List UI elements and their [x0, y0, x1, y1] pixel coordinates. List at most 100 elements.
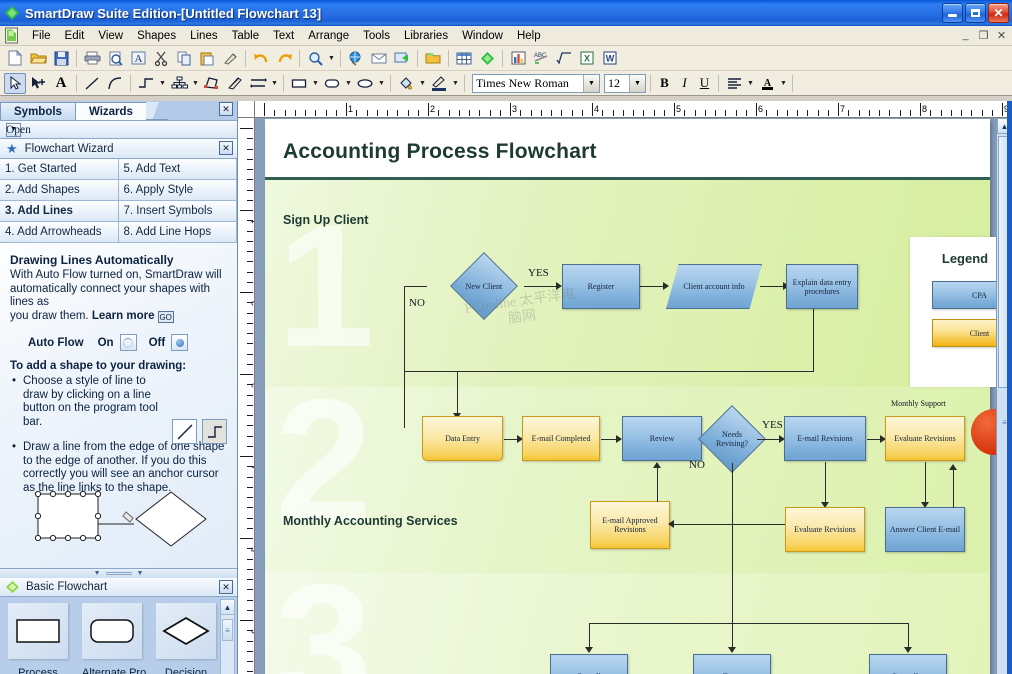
- learn-more-link[interactable]: Learn more: [92, 310, 155, 322]
- curve-line-icon[interactable]: [104, 73, 126, 94]
- mdi-minimize-button[interactable]: _: [959, 28, 972, 42]
- line-color-chevron-icon[interactable]: ▼: [451, 73, 460, 94]
- menu-item-window[interactable]: Window: [455, 28, 510, 44]
- cut-scissors-icon[interactable]: [150, 48, 172, 69]
- minimize-button[interactable]: [942, 3, 963, 23]
- splitter-chevron-down-icon-2[interactable]: ▼: [137, 570, 144, 577]
- line-color-icon[interactable]: [428, 73, 450, 94]
- node-explain-data-entry[interactable]: Explain data entry procedures: [786, 264, 858, 309]
- library-item-process[interactable]: Process: [8, 603, 68, 674]
- word-export-icon[interactable]: W: [599, 48, 621, 69]
- tab-symbols[interactable]: Symbols: [0, 102, 76, 120]
- text-box-icon[interactable]: A: [127, 48, 149, 69]
- menu-item-tools[interactable]: Tools: [356, 28, 397, 44]
- open-folder-icon[interactable]: [27, 48, 49, 69]
- menu-item-edit[interactable]: Edit: [58, 28, 92, 44]
- font-color-chevron-icon[interactable]: ▼: [779, 73, 788, 94]
- library-scroll-thumb[interactable]: ≡: [222, 619, 233, 641]
- node-payroll[interactable]: Payroll: [550, 654, 628, 674]
- pencil-icon[interactable]: [224, 73, 246, 94]
- node-email-revisions[interactable]: E-mail Revisions: [784, 416, 866, 461]
- open-bar[interactable]: Open ▼: [0, 120, 237, 139]
- library-scroll-up-button[interactable]: ▲: [221, 600, 234, 615]
- ellipse-icon[interactable]: [354, 73, 376, 94]
- italic-button[interactable]: I: [675, 73, 694, 93]
- copy-icon[interactable]: [173, 48, 195, 69]
- node-evaluate-revisions-top[interactable]: Evaluate Revisions: [885, 416, 965, 461]
- table-icon[interactable]: [453, 48, 475, 69]
- spell-check-icon[interactable]: ABC: [530, 48, 552, 69]
- wizard-step-insert-symbols[interactable]: 7. Insert Symbols: [118, 201, 237, 222]
- menu-item-help[interactable]: Help: [510, 28, 548, 44]
- elbow-line-button[interactable]: [202, 419, 227, 444]
- wizard-step-get-started[interactable]: 1. Get Started: [0, 159, 119, 180]
- menu-item-text[interactable]: Text: [266, 28, 301, 44]
- tab-wizards[interactable]: Wizards: [74, 102, 147, 120]
- font-size-select[interactable]: 12 ▼: [604, 73, 646, 93]
- redo-icon[interactable]: [273, 48, 295, 69]
- select-arrow-icon[interactable]: [4, 72, 26, 94]
- email-icon[interactable]: [368, 48, 390, 69]
- menu-item-libraries[interactable]: Libraries: [397, 28, 455, 44]
- dimension-line-icon[interactable]: [247, 73, 269, 94]
- library-scrollbar[interactable]: ▲ ≡: [220, 599, 235, 674]
- tree-line-icon[interactable]: [168, 73, 190, 94]
- straight-line-button[interactable]: [172, 419, 197, 444]
- node-answer-client-email[interactable]: Answer Client E-mail: [885, 507, 965, 552]
- export-icon[interactable]: [391, 48, 413, 69]
- close-button[interactable]: ✕: [988, 3, 1009, 23]
- menu-item-view[interactable]: View: [91, 28, 130, 44]
- smartdraw-green-icon[interactable]: [476, 48, 498, 69]
- formula-icon[interactable]: [553, 48, 575, 69]
- panel-close-button[interactable]: ✕: [219, 102, 233, 116]
- menu-item-lines[interactable]: Lines: [183, 28, 225, 44]
- align-left-icon[interactable]: [723, 73, 745, 94]
- bold-button[interactable]: B: [655, 73, 674, 93]
- rounded-rect-chevron-icon[interactable]: ▼: [344, 73, 353, 94]
- ellipse-chevron-icon[interactable]: ▼: [377, 73, 386, 94]
- library-item-alternate-process[interactable]: Alternate Pro..: [82, 603, 152, 674]
- mdi-restore-button[interactable]: ❐: [977, 28, 990, 42]
- font-name-select[interactable]: Times New Roman ▼: [472, 73, 600, 93]
- node-taxes[interactable]: Taxes: [693, 654, 771, 674]
- mdi-close-button[interactable]: ✕: [995, 28, 1008, 42]
- fill-color-chevron-icon[interactable]: ▼: [418, 73, 427, 94]
- polygon-icon[interactable]: [201, 73, 223, 94]
- underline-button[interactable]: U: [695, 73, 714, 93]
- print-preview-icon[interactable]: [104, 48, 126, 69]
- rounded-rect-icon[interactable]: [321, 73, 343, 94]
- new-document-icon[interactable]: [4, 48, 26, 69]
- dimension-line-chevron-icon[interactable]: ▼: [270, 73, 279, 94]
- straight-line-icon[interactable]: [81, 73, 103, 94]
- folder-yellow-icon[interactable]: [422, 48, 444, 69]
- node-client-account-info[interactable]: Client account info: [666, 264, 762, 309]
- zoom-dropdown-chevron-icon[interactable]: ▼: [327, 48, 336, 69]
- elbow-line-icon[interactable]: [135, 73, 157, 94]
- excel-export-icon[interactable]: X: [576, 48, 598, 69]
- library-item-decision[interactable]: Decision: [156, 603, 216, 674]
- node-data-entry[interactable]: Data Entry: [422, 416, 503, 461]
- canvas-viewport[interactable]: Accounting Process Flowchart 1 2 3 Sign …: [256, 119, 1012, 674]
- wizard-step-add-shapes[interactable]: 2. Add Shapes: [0, 180, 119, 201]
- go-badge-icon[interactable]: GO: [157, 311, 174, 324]
- splitter-chevron-down-icon[interactable]: ▼: [94, 570, 101, 577]
- font-size-chevron-icon[interactable]: ▼: [629, 74, 645, 92]
- paste-icon[interactable]: [196, 48, 218, 69]
- vertical-ruler[interactable]: 123456: [238, 118, 255, 674]
- library-close-button[interactable]: ✕: [219, 580, 233, 594]
- format-painter-icon[interactable]: [219, 48, 241, 69]
- text-tool-icon[interactable]: A: [50, 73, 72, 94]
- auto-flow-off-radio[interactable]: [171, 334, 189, 352]
- drawing-page[interactable]: Accounting Process Flowchart 1 2 3 Sign …: [265, 119, 1012, 674]
- wizard-close-button[interactable]: ✕: [219, 141, 233, 155]
- fill-color-icon[interactable]: [395, 73, 417, 94]
- print-icon[interactable]: [81, 48, 103, 69]
- add-shape-icon[interactable]: [27, 73, 49, 94]
- node-email-approved-revisions[interactable]: E-mail Approved Revisions: [590, 501, 670, 549]
- menu-item-arrange[interactable]: Arrange: [301, 28, 356, 44]
- chart-icon[interactable]: [507, 48, 529, 69]
- undo-icon[interactable]: [250, 48, 272, 69]
- hyperlink-icon[interactable]: [345, 48, 367, 69]
- menu-item-shapes[interactable]: Shapes: [130, 28, 183, 44]
- wizard-step-add-lines[interactable]: 3. Add Lines: [0, 201, 119, 222]
